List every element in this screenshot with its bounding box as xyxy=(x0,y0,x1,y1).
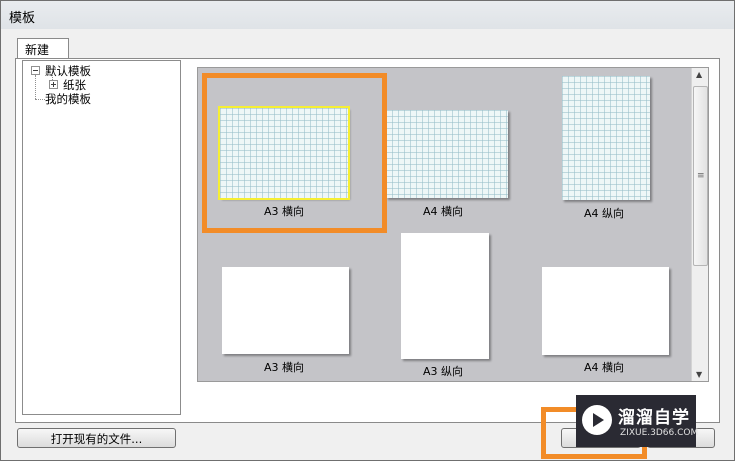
watermark-name: 溜溜自学 xyxy=(618,408,690,428)
tree-item-label: 默认模板 xyxy=(45,64,91,78)
template-caption: A3 纵向 xyxy=(423,365,464,378)
tree-item-default-templates[interactable]: 默认模板 xyxy=(45,63,91,78)
title-bar: 模板 xyxy=(1,1,734,29)
tree-item-label: 我的模板 xyxy=(45,92,91,106)
tab-new[interactable]: 新建 xyxy=(17,38,69,59)
template-tree: 默认模板 纸张 我的模板 xyxy=(22,60,181,415)
expand-icon[interactable] xyxy=(49,80,58,89)
button-label: 打开现有的文件... xyxy=(50,432,143,446)
scroll-thumb[interactable]: ≡ xyxy=(693,86,708,266)
selection-annotation xyxy=(202,73,387,233)
tree-item-paper[interactable]: 纸张 xyxy=(63,77,86,92)
grip-icon: ≡ xyxy=(697,171,705,181)
tab-new-label: 新建 xyxy=(25,43,50,57)
play-logo-icon xyxy=(582,405,612,435)
window-title: 模板 xyxy=(9,11,36,26)
watermark-url: ZIXUE.3D66.COM xyxy=(620,428,699,438)
vertical-scrollbar[interactable]: ▲ ≡ ▼ xyxy=(691,68,708,381)
scroll-up-icon[interactable]: ▲ xyxy=(696,70,702,79)
template-caption: A4 横向 xyxy=(423,205,464,218)
template-caption: A3 横向 xyxy=(264,361,305,374)
scroll-down-icon[interactable]: ▼ xyxy=(696,370,702,379)
open-existing-file-button[interactable]: 打开现有的文件... xyxy=(17,428,176,448)
tree-connector xyxy=(35,99,45,100)
template-caption: A4 横向 xyxy=(584,361,625,374)
templates-dialog: 模板 新建 默认模板 纸张 我的模板 A3 横向 A4 横向 A4 纵向 A3 … xyxy=(0,0,735,461)
watermark: 溜溜自学 ZIXUE.3D66.COM xyxy=(576,395,699,447)
tree-item-my-templates[interactable]: 我的模板 xyxy=(45,91,91,106)
template-caption: A4 纵向 xyxy=(584,207,625,220)
tree-connector xyxy=(35,75,36,99)
template-thumbnail[interactable] xyxy=(386,110,508,198)
template-thumbnail[interactable] xyxy=(542,267,669,355)
template-thumbnail[interactable] xyxy=(401,233,489,359)
tree-item-label: 纸张 xyxy=(63,78,86,92)
template-thumbnail[interactable] xyxy=(562,76,650,200)
template-thumbnail[interactable] xyxy=(222,267,349,354)
collapse-icon[interactable] xyxy=(31,66,40,75)
